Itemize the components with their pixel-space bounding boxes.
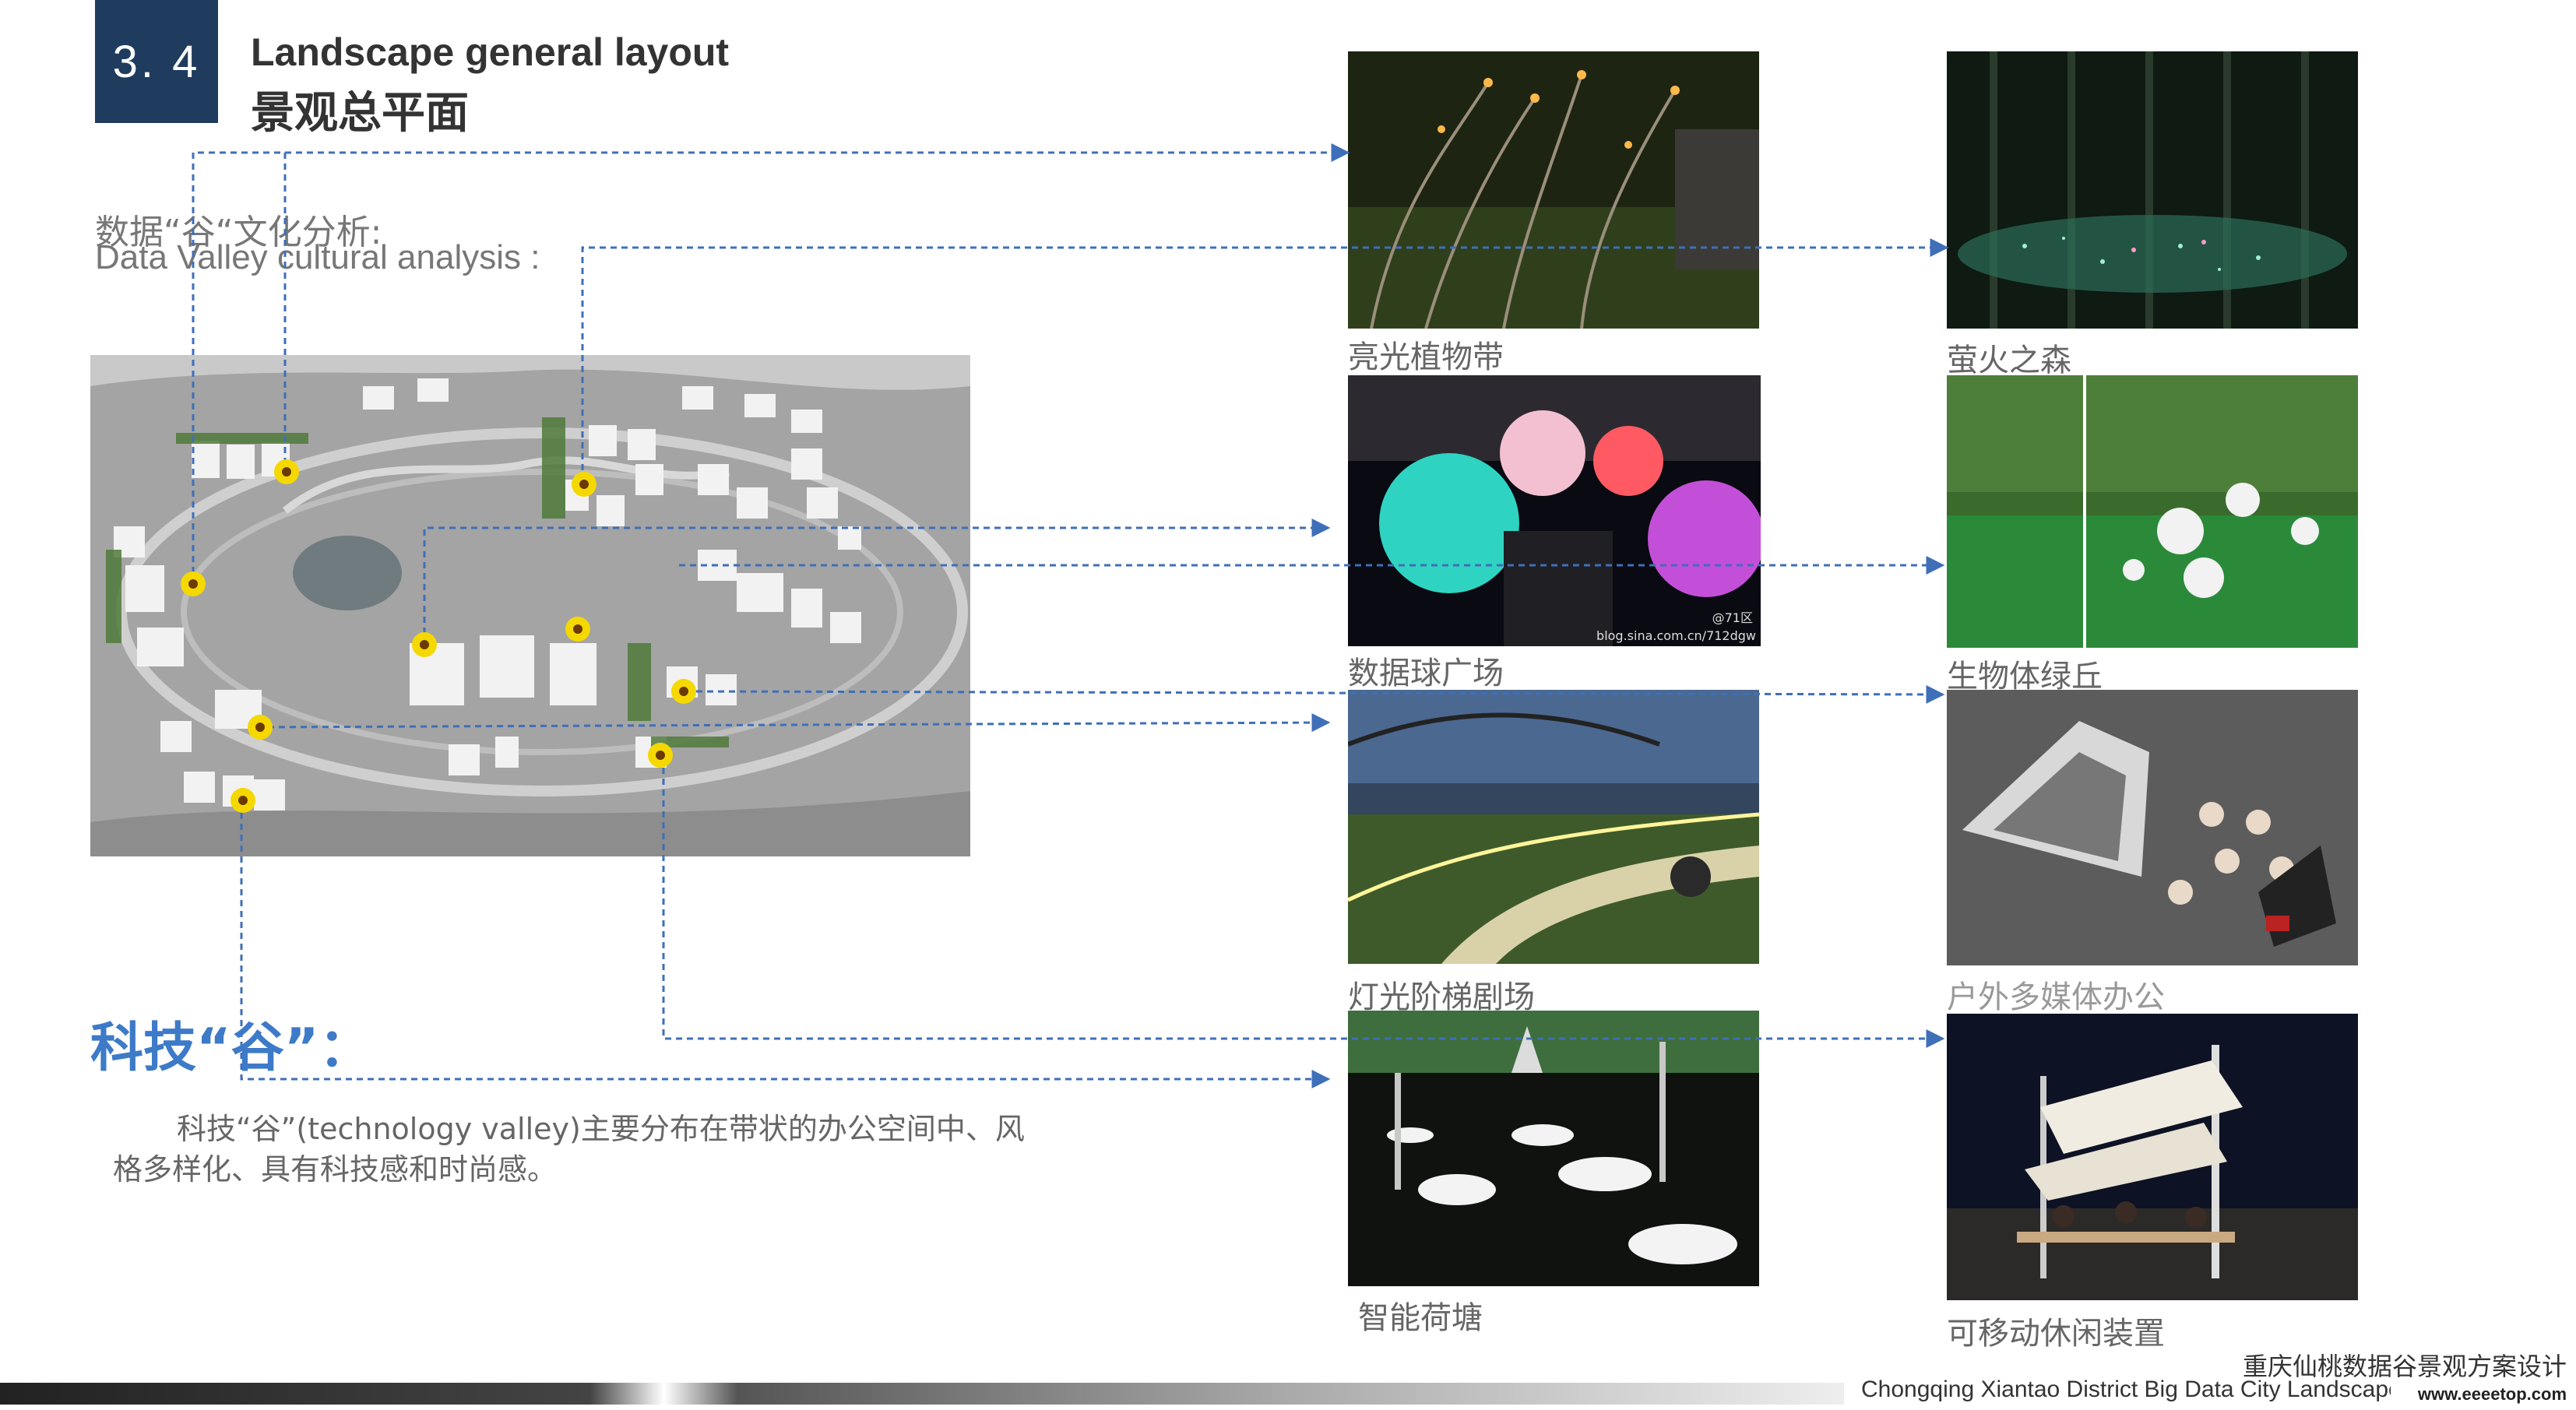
- caption-glowing-plant-belt: 亮光植物带: [1348, 339, 1504, 375]
- analysis-label-en: Data Valley cultural analysis :: [95, 238, 540, 276]
- section-number-badge: 3. 4: [95, 0, 218, 123]
- photo-outdoor-multimedia-office: [1947, 690, 2358, 965]
- page-title-cn: 景观总平面: [251, 88, 469, 139]
- photo-glowing-plant-belt: [1348, 51, 1759, 329]
- caption-outdoor-multimedia-office: 户外多媒体办公: [1947, 979, 2165, 1015]
- photo-smart-lotus-pond: [1348, 1011, 1759, 1286]
- photo-data-sphere-plaza: blog.sina.com.cn/712dgw @71区: [1348, 375, 1761, 646]
- caption-data-sphere-plaza: 数据球广场: [1348, 656, 1504, 691]
- caption-firefly-forest: 萤火之森: [1947, 343, 2071, 378]
- photo-movable-leisure-installation: [1947, 1014, 2358, 1300]
- footer-gradient-bar: [0, 1383, 1844, 1405]
- caption-movable-leisure-installation: 可移动休闲装置: [1947, 1316, 2165, 1352]
- tech-valley-description: 科技“谷”(technology valley)主要分布在带状的办公空间中、风格…: [113, 1112, 1025, 1187]
- photo-firefly-forest: [1947, 51, 2358, 329]
- photo-watermark: blog.sina.com.cn/712dgw: [1596, 628, 1756, 643]
- caption-smart-lotus-pond: 智能荷塘: [1358, 1300, 1483, 1336]
- page-title-en: Landscape general layout: [251, 30, 730, 74]
- footer-project-title-en: Chongqing Xiantao District Big Data City…: [1861, 1377, 2391, 1402]
- photo-watermark-badge: @71区: [1712, 610, 1753, 625]
- site-plan-image: [90, 355, 970, 856]
- photo-lighting-stair-theater: [1348, 690, 1759, 964]
- footer-watermark: www.eeeetop.com: [2414, 1384, 2570, 1405]
- photo-bio-green-hill: [1947, 375, 2358, 648]
- tech-valley-heading: 科技“谷”：: [90, 1018, 372, 1079]
